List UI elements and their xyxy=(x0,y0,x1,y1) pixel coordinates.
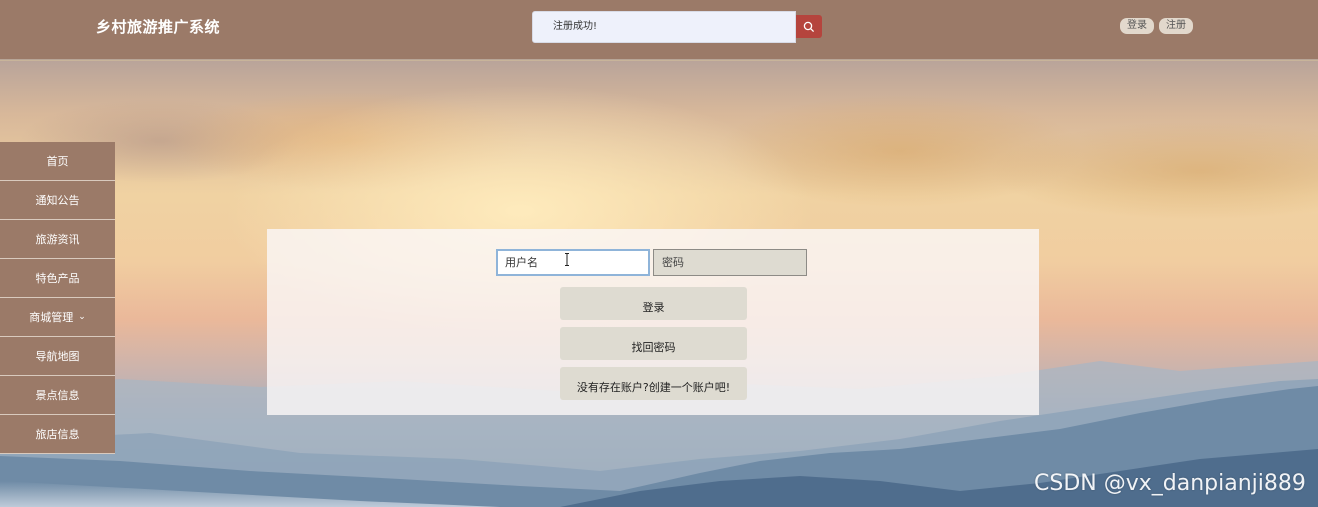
sidebar-item-label: 商城管理 xyxy=(29,311,74,324)
sidebar-item-label: 特色产品 xyxy=(35,272,80,285)
sidebar-item-label: 通知公告 xyxy=(35,194,80,207)
sidebar-item-attractions[interactable]: 景点信息 xyxy=(0,376,115,415)
search-icon xyxy=(803,21,815,32)
username-input[interactable]: 用户名 xyxy=(496,249,650,276)
site-title: 乡村旅游推广系统 xyxy=(96,18,221,36)
sidebar-item-home[interactable]: 首页 xyxy=(0,142,115,181)
search-input[interactable]: 注册成功! xyxy=(532,11,796,43)
sidebar-item-hotels[interactable]: 旅店信息 xyxy=(0,415,115,454)
sidebar-item-label: 旅店信息 xyxy=(35,428,80,441)
sidebar-menu: 首页 通知公告 旅游资讯 特色产品 商城管理 ⌄ 导航地图 景点信息 旅店信息 xyxy=(0,142,115,454)
sidebar-item-products[interactable]: 特色产品 xyxy=(0,259,115,298)
chevron-down-icon: ⌄ xyxy=(78,312,86,322)
login-button[interactable]: 登录 xyxy=(560,287,747,320)
forgot-password-button[interactable]: 找回密码 xyxy=(560,327,747,360)
header-register-button[interactable]: 注册 xyxy=(1159,18,1193,34)
sidebar-item-map[interactable]: 导航地图 xyxy=(0,337,115,376)
text-cursor-icon xyxy=(565,253,569,266)
sidebar-item-label: 首页 xyxy=(46,155,69,168)
watermark: CSDN @vx_danpianji889 xyxy=(1034,471,1306,496)
search-button[interactable] xyxy=(796,15,822,38)
header-login-button[interactable]: 登录 xyxy=(1120,18,1154,34)
sidebar-item-notices[interactable]: 通知公告 xyxy=(0,181,115,220)
sidebar-item-label: 导航地图 xyxy=(35,350,80,363)
create-account-link[interactable]: 没有存在账户?创建一个账户吧! xyxy=(560,367,747,400)
password-input[interactable]: 密码 xyxy=(653,249,807,276)
sidebar-item-label: 旅游资讯 xyxy=(35,233,80,246)
top-header: 乡村旅游推广系统 注册成功! 登录 注册 xyxy=(0,0,1318,60)
sidebar-item-travel-news[interactable]: 旅游资讯 xyxy=(0,220,115,259)
sidebar-item-mall[interactable]: 商城管理 ⌄ xyxy=(0,298,115,337)
sidebar-item-label: 景点信息 xyxy=(35,389,80,402)
